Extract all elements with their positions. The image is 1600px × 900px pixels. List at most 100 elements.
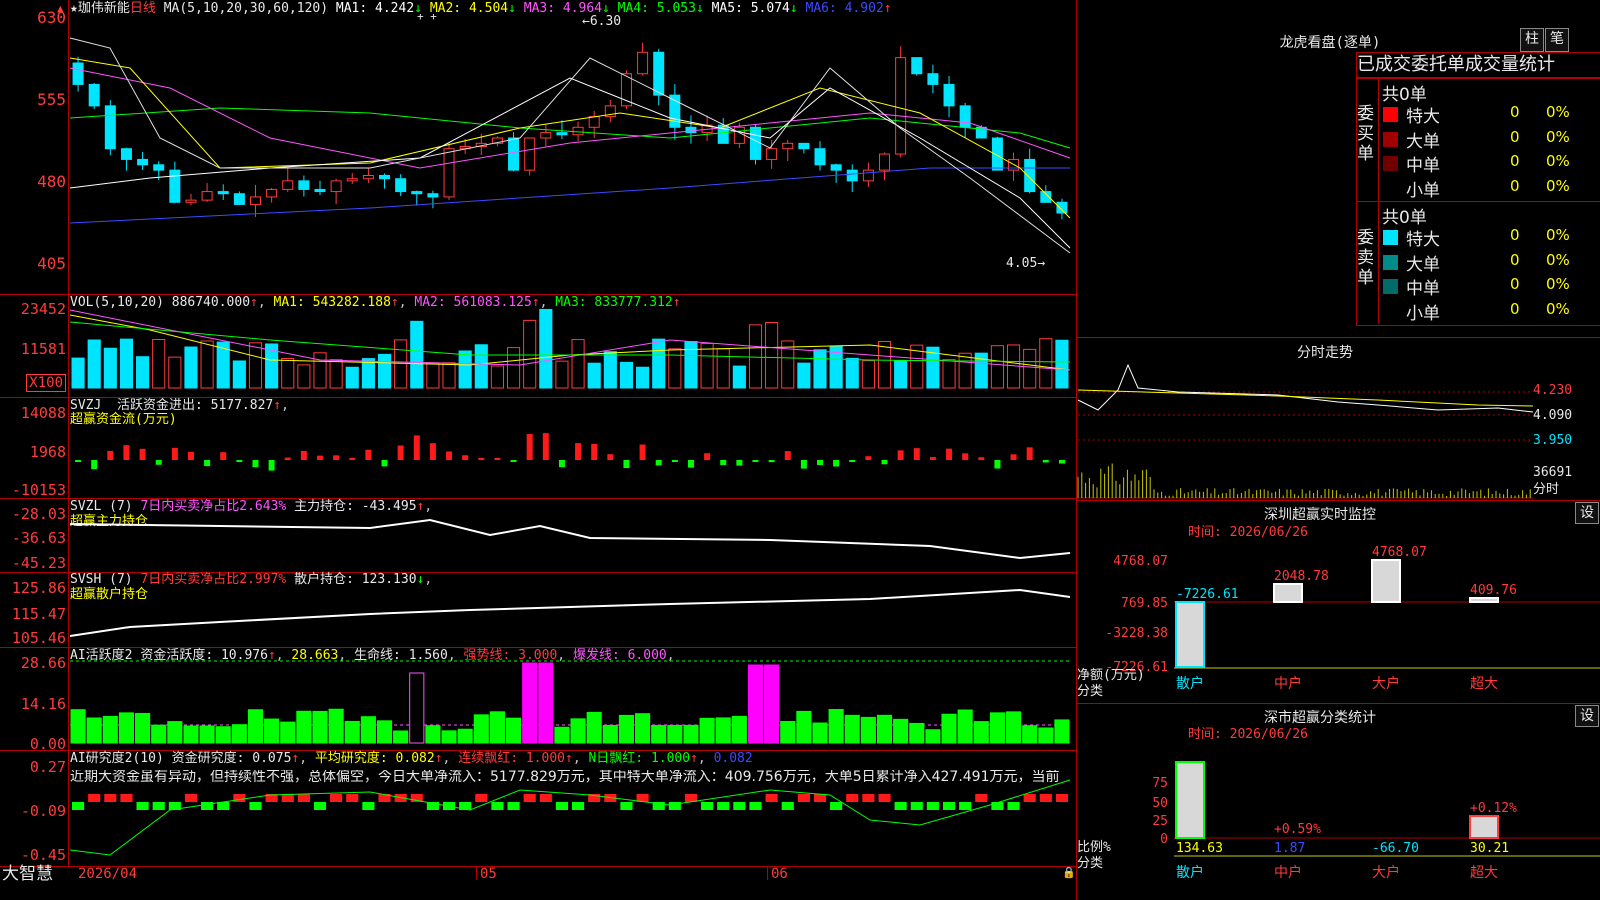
period-label[interactable]: 日线 xyxy=(130,1,156,16)
activity-bar xyxy=(264,718,280,744)
svzj-tick: 14088 xyxy=(20,404,66,422)
flow-bar xyxy=(123,445,130,460)
sz-time: 时间: 2026/06/26 xyxy=(1188,525,1308,540)
fl-ratio-chart[interactable]: 75 50 25 0 +0.59% +0.12% 134.63 1.87 -66.70 30.21… xyxy=(1076,740,1600,900)
research-bar xyxy=(942,802,956,810)
candle-body xyxy=(88,83,100,107)
ai2-tick: 0.27 xyxy=(29,758,66,776)
order-row-label: 大单 xyxy=(1406,131,1440,152)
candle-body xyxy=(556,132,568,136)
volume-bar xyxy=(877,341,892,389)
main-position-chart[interactable] xyxy=(69,498,1074,572)
lock-icon[interactable]: 🔒 xyxy=(1062,866,1076,879)
fl-top-border xyxy=(1076,703,1600,704)
candle-body xyxy=(798,142,810,150)
flow-bar xyxy=(817,460,823,466)
svsh-tick: 125.86 xyxy=(11,579,66,597)
research-bar xyxy=(781,802,794,810)
activity-bar xyxy=(812,722,828,744)
collapse-arrow-icon[interactable]: ▲ xyxy=(57,2,64,15)
flow-bar xyxy=(107,450,114,460)
order-color-swatch xyxy=(1383,107,1398,122)
candle-body xyxy=(427,193,439,198)
research-line xyxy=(69,779,1071,856)
activity-bar xyxy=(312,710,328,744)
position-line xyxy=(69,518,1071,560)
lhb-title: 龙虎看盘(逐单) xyxy=(1279,35,1381,51)
sz-settings-button[interactable]: 设 xyxy=(1575,502,1599,524)
bottom-divider xyxy=(0,866,1076,867)
intraday-chart[interactable] xyxy=(1077,360,1600,500)
research-bar xyxy=(620,802,633,810)
volume-bar xyxy=(1055,339,1069,389)
order-stats-tab[interactable]: 已成交委托单成交量统计 xyxy=(1356,52,1600,78)
flow-bar xyxy=(1042,460,1049,463)
volume-bar xyxy=(458,350,472,389)
svzj-axis: 14088 1968 -10153 xyxy=(0,397,66,499)
fl-bar xyxy=(1469,815,1499,839)
flow-bar xyxy=(526,434,533,460)
candlestick-chart[interactable] xyxy=(69,18,1074,294)
svzl-tick: -36.63 xyxy=(11,529,66,547)
candle-body xyxy=(540,132,552,139)
price-header: ★珈伟新能日线 MA(5,10,20,30,60,120) MA1: 4.242… xyxy=(70,1,892,16)
star-icon[interactable]: ★ xyxy=(70,1,78,16)
activity-bar xyxy=(489,711,505,744)
activity-bar xyxy=(135,712,151,744)
sz-net-chart[interactable]: 4768.07769.85-3228.38-7226.61-7226.61204… xyxy=(1076,540,1600,692)
event-marker-icon[interactable]: + + xyxy=(417,9,437,24)
activity-bar xyxy=(457,728,473,744)
volume-bar xyxy=(716,348,730,389)
activity-bar xyxy=(86,717,102,744)
ai1-tick: 14.16 xyxy=(20,695,66,713)
volume-bar xyxy=(168,356,182,389)
volume-bar xyxy=(474,344,488,389)
volume-bar xyxy=(103,347,117,389)
candle-body xyxy=(766,148,778,160)
vol-tick: 23452 xyxy=(20,300,66,318)
research-bar xyxy=(104,794,117,802)
volume-bar xyxy=(184,346,198,389)
research-bar xyxy=(733,802,746,810)
flow-bar xyxy=(300,450,307,460)
activity-bar xyxy=(183,725,199,744)
left-axis-divider xyxy=(68,0,69,866)
ai-research-chart[interactable] xyxy=(69,750,1074,866)
date-tick xyxy=(767,866,768,880)
research-bar xyxy=(975,794,988,802)
flow-bar xyxy=(558,460,565,468)
bar-view-button[interactable]: 柱 xyxy=(1520,28,1544,52)
sz-bar xyxy=(1273,583,1303,603)
research-bar xyxy=(523,794,536,802)
svsh-axis: 125.86 115.47 105.46 xyxy=(0,572,66,647)
research-bar xyxy=(120,794,133,802)
ai-activity-chart[interactable] xyxy=(70,647,1074,750)
vol-axis: 23452 11581 X100 xyxy=(0,294,66,397)
sz-bar xyxy=(1469,597,1499,603)
vol-header: VOL(5,10,20) 886740.000↑, MA1: 543282.18… xyxy=(70,295,681,310)
fl-settings-button[interactable]: 设 xyxy=(1575,705,1599,727)
order-count: 0 xyxy=(1510,103,1520,121)
candle-body xyxy=(749,126,761,160)
activity-bar xyxy=(618,714,635,744)
candle-body xyxy=(685,126,697,134)
candle-body xyxy=(169,169,181,203)
tick-view-button[interactable]: 笔 xyxy=(1545,28,1569,52)
order-color-swatch xyxy=(1383,156,1398,171)
research-bar xyxy=(749,802,762,810)
volume-bar xyxy=(587,362,601,389)
candle-body xyxy=(395,178,407,193)
fund-flow-chart[interactable] xyxy=(70,398,1074,498)
flow-bar xyxy=(429,443,436,460)
retail-position-chart[interactable] xyxy=(69,572,1074,647)
flow-bar xyxy=(784,451,791,460)
activity-bar xyxy=(876,714,893,744)
flow-bar xyxy=(768,460,775,463)
volume-bar xyxy=(636,366,650,389)
svzl-tick: -45.23 xyxy=(11,554,66,572)
volume-chart[interactable] xyxy=(69,308,1074,397)
research-bar xyxy=(1007,802,1020,810)
flow-bar xyxy=(397,445,404,460)
candle-body xyxy=(879,153,891,171)
date-label: 2026/04 xyxy=(78,866,138,882)
